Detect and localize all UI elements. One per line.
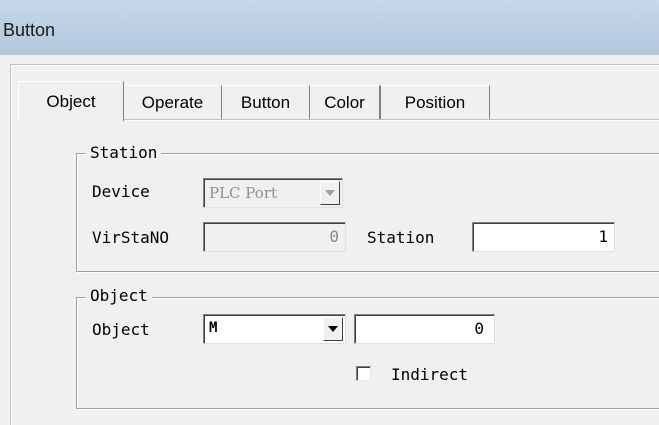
window-title: Button <box>3 20 56 40</box>
chevron-down-icon[interactable] <box>323 317 343 341</box>
station-group-title: Station <box>86 143 162 162</box>
object-address-field[interactable]: 0 <box>354 314 495 344</box>
chevron-down-icon <box>320 181 340 205</box>
title-bar: Button <box>0 0 659 56</box>
tab-operate[interactable]: Operate <box>124 85 222 119</box>
station-group <box>76 153 659 272</box>
object-type-select[interactable]: M <box>203 314 346 344</box>
device-select: PLC Port <box>203 178 343 208</box>
device-label: Device <box>92 182 150 201</box>
object-group-title: Object <box>86 286 152 305</box>
station-label: Station <box>367 228 435 247</box>
tab-color[interactable]: Color <box>310 85 380 119</box>
virstano-field: 0 <box>203 222 346 252</box>
indirect-label: Indirect <box>391 365 469 384</box>
indirect-checkbox[interactable] <box>356 366 371 381</box>
tab-object[interactable]: Object <box>18 81 124 121</box>
object-label: Object <box>92 320 150 339</box>
tab-position[interactable]: Position <box>380 85 490 119</box>
tab-button[interactable]: Button <box>222 85 310 119</box>
virstano-label: VirStaNO <box>92 228 170 247</box>
station-field[interactable]: 1 <box>472 222 615 252</box>
